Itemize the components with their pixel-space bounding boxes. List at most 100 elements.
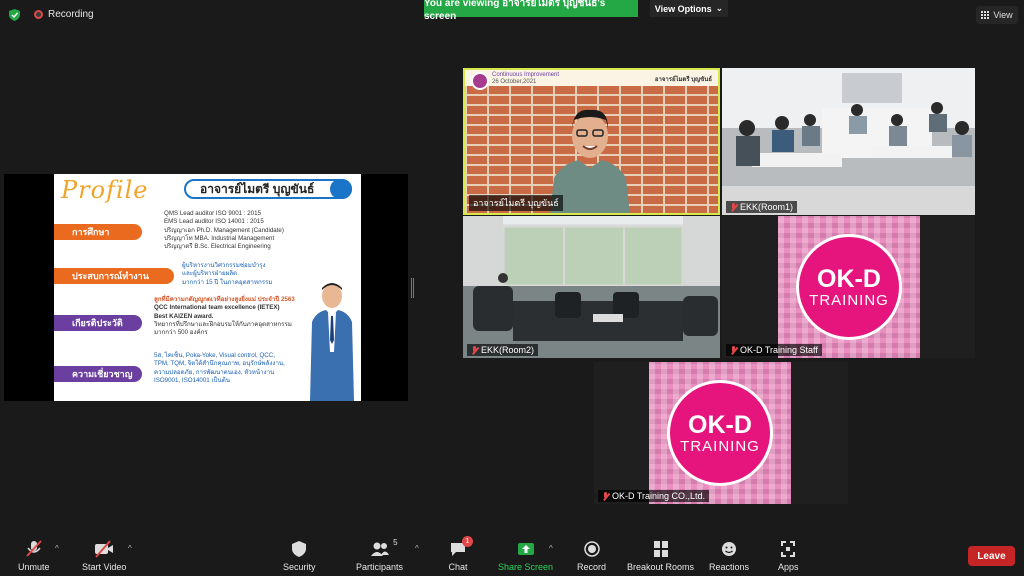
unmute-button[interactable]: Unmute (18, 540, 50, 572)
expertise-line: ISO9001, ISO14001 เป็นต้น (154, 376, 230, 384)
video-off-icon (95, 540, 114, 558)
record-icon (583, 541, 600, 557)
security-label: Security (283, 562, 316, 572)
expertise-text: 5ส, ไคเซ็น, Poka-Yoke, Visual control, Q… (154, 352, 304, 385)
record-button[interactable]: Record (577, 540, 606, 572)
okd-training-card: OK-D TRAINING (649, 362, 791, 504)
honor-line: วิทยากรที่ปรึกษาและฝึกอบรมให้กับภาคอุตสา… (154, 320, 292, 328)
apps-icon (781, 541, 796, 557)
chat-label: Chat (448, 562, 468, 572)
education-line: ปริญญาตรี B.Sc. Electrical Engineering (164, 243, 271, 251)
experience-line: มากกว่า 15 ปี ในภาคอุตสาหกรรม (182, 278, 273, 286)
zoom-meeting-window: Recording You are viewing อาจารย์ไมตรี บ… (0, 0, 1024, 576)
honor-line: Best KAIZEN award. (154, 312, 214, 320)
record-dot-icon (34, 10, 43, 19)
honor-line: ลูกที่มีความกตัญญูกตเวทีอย่างสูงยิ่งแม่ … (154, 296, 295, 303)
microphone-muted-icon (26, 540, 42, 557)
video-tile-host[interactable]: Continuous Improvement 26 October,2021 อ… (463, 68, 720, 215)
recording-label: Recording (48, 9, 94, 20)
experience-line: และผู้บริหารฝ่ายผลิต (182, 270, 238, 278)
chat-icon: 1 (448, 536, 473, 558)
mic-muted-icon (602, 491, 609, 501)
breakout-rooms-label: Breakout Rooms (627, 562, 695, 572)
okd-logo-text: OK-D (817, 264, 881, 293)
banner-title: Continuous Improvement (492, 72, 560, 78)
okd-logo-icon (471, 72, 489, 90)
section-experience-label: ประสบการณ์ทำงาน (72, 271, 149, 281)
shield-check-icon[interactable] (9, 9, 20, 21)
section-honors-label: เกียรติประวัติ (72, 318, 123, 328)
room1-name-label: EKK(Room1) (740, 202, 794, 212)
breakout-rooms-button[interactable]: Breakout Rooms (627, 540, 694, 572)
view-options-label: View Options (654, 3, 712, 14)
record-label: Record (577, 562, 607, 572)
tile-name-host: อาจารย์ไมตรี บุญขันธ์ (469, 195, 563, 211)
share-screen-label: Share Screen (498, 562, 554, 572)
reactions-button[interactable]: Reactions (709, 540, 749, 572)
view-button[interactable]: View (976, 6, 1018, 24)
expertise-line: ความปลอดภัย, การพัฒนาตนเอง, หัวหน้างาน (154, 368, 275, 376)
reactions-label: Reactions (709, 562, 750, 572)
presenter-photo (310, 283, 354, 401)
share-screen-button[interactable]: Share Screen (498, 540, 553, 572)
tile-name-room1: EKK(Room1) (726, 201, 798, 213)
chat-button[interactable]: 1 Chat (448, 536, 473, 572)
education-text: QMS Lead auditor ISO 9001 : 2015 EMS Lea… (164, 210, 284, 251)
host-banner: Continuous Improvement 26 October,2021 อ… (465, 70, 718, 90)
shield-icon (292, 541, 307, 557)
security-button[interactable]: Security (283, 540, 316, 572)
video-tile-room2[interactable]: EKK(Room2) (463, 216, 720, 358)
mic-muted-icon (730, 345, 737, 355)
chevron-up-icon[interactable]: ^ (128, 544, 132, 553)
chevron-up-icon[interactable]: ^ (55, 544, 59, 553)
company-name-label: OK-D Training CO.,Ltd. (612, 491, 706, 501)
view-options-button[interactable]: View Options ⌄ (650, 0, 728, 17)
view-label: View (993, 10, 1013, 20)
participants-icon: 5 (370, 538, 398, 558)
recording-indicator[interactable]: Recording (34, 9, 94, 20)
section-experience-tab: ประสบการณ์ทำงาน (54, 268, 174, 284)
honors-text: ลูกที่มีความกตัญญูกตเวทีอย่างสูงยิ่งแม่ … (154, 296, 304, 337)
okd-logo: OK-D TRAINING (796, 234, 902, 340)
tile-name-company: OK-D Training CO.,Ltd. (598, 490, 710, 502)
host-name-label: อาจารย์ไมตรี บุญขันธ์ (473, 198, 559, 208)
okd-logo-subtext: TRAINING (680, 437, 760, 455)
okd-logo: OK-D TRAINING (667, 380, 773, 486)
education-line: EMS Lead auditor ISO 14001 : 2015 (164, 218, 264, 226)
room2-name-label: EKK(Room2) (481, 345, 535, 355)
start-video-label: Start Video (82, 562, 127, 572)
chevron-up-icon[interactable]: ^ (415, 544, 419, 553)
education-line: ปริญญาเอก Ph.D. Management (Candidate) (164, 226, 284, 234)
chat-badge: 1 (462, 536, 473, 547)
resize-handle[interactable] (411, 278, 414, 298)
section-education-label: การศึกษา (72, 227, 110, 237)
expertise-line: TPM, TQM, จิตใต้สำนึกคุณภาพ, อนุรักษ์พลั… (154, 360, 285, 368)
grid-view-icon (981, 11, 990, 19)
education-line: QMS Lead auditor ISO 9001 : 2015 (164, 210, 261, 217)
section-expertise-label: ความเชี่ยวชาญ (72, 369, 133, 379)
profile-slide: Profile อาจารย์ไมตรี บุญขันธ์ การศึกษา Q… (54, 174, 361, 401)
education-line: ปริญญาโท MBA. Industrial Management (164, 234, 275, 242)
video-tile-room1[interactable]: EKK(Room1) (722, 68, 975, 215)
okd-logo-text: OK-D (688, 410, 752, 439)
meeting-toolbar: Unmute ^ Start Video ^ Security 5 Partic… (0, 536, 1024, 576)
classroom-video (722, 68, 975, 215)
chevron-up-icon[interactable]: ^ (549, 544, 553, 553)
viewing-screen-banner: You are viewing อาจารย์ไมตรี บุญชันธ์'s … (424, 0, 638, 22)
meeting-room-video (463, 216, 720, 358)
honor-line: QCC International team excellence (IETEX… (154, 304, 280, 312)
participants-button[interactable]: 5 Participants (356, 538, 403, 572)
apps-button[interactable]: Apps (778, 540, 799, 572)
video-tile-staff[interactable]: OK-D TRAINING OK-D Training Staff (722, 216, 975, 358)
honor-line: มากกว่า 500 องค์กร (154, 329, 208, 337)
okd-training-card: OK-D TRAINING (778, 216, 920, 358)
leave-button[interactable]: Leave (968, 546, 1015, 566)
video-tile-company[interactable]: OK-D TRAINING OK-D Training CO.,Ltd. (594, 362, 848, 504)
slide-presenter-name: อาจารย์ไมตรี บุญขันธ์ (184, 179, 352, 199)
mic-muted-icon (471, 345, 478, 355)
section-expertise-tab: ความเชี่ยวชาญ (54, 366, 142, 382)
breakout-rooms-icon (653, 541, 668, 557)
start-video-button[interactable]: Start Video (82, 540, 126, 572)
mic-muted-icon (730, 202, 737, 212)
shared-screen[interactable]: Profile อาจารย์ไมตรี บุญขันธ์ การศึกษา Q… (4, 174, 408, 401)
